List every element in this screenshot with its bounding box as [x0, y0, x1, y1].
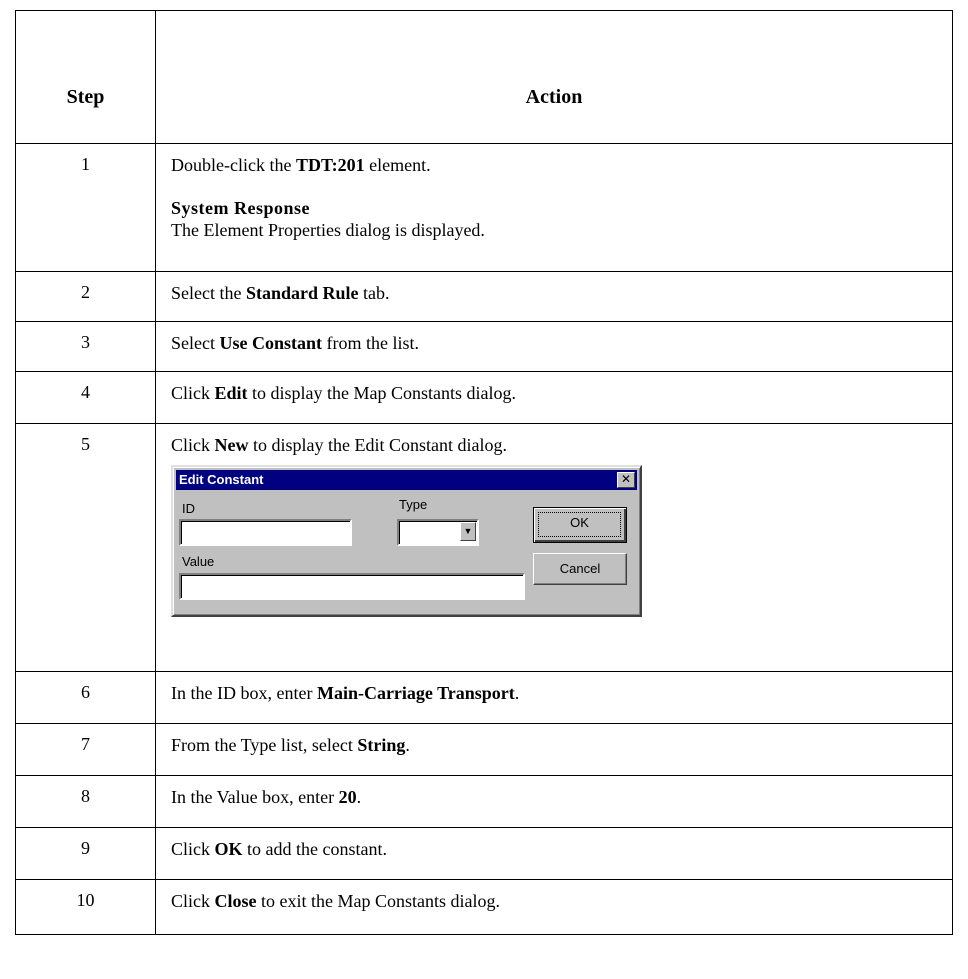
ok-button[interactable]: OK — [533, 507, 627, 543]
dialog-title: Edit Constant — [179, 472, 264, 487]
step-text: In the Value box, enter 20. — [155, 775, 953, 828]
edit-constant-dialog: Edit Constant ✕ ID Type ▼ Value OK Cance… — [171, 465, 642, 617]
step-number: 5 — [15, 423, 156, 672]
table-row: 9 Click OK to add the constant. — [15, 827, 953, 880]
header-action: Action — [155, 10, 953, 144]
step-number: 9 — [15, 827, 156, 880]
chevron-down-icon[interactable]: ▼ — [460, 522, 476, 541]
system-response-text: The Element Properties dialog is display… — [171, 220, 485, 240]
table-row: 2 Select the Standard Rule tab. — [15, 271, 953, 322]
table-row: 6 In the ID box, enter Main-Carriage Tra… — [15, 671, 953, 724]
table-row: 1 Double-click the TDT:201 element. Syst… — [15, 143, 953, 272]
step-text: Select Use Constant from the list. — [155, 321, 953, 372]
step-text: Select the Standard Rule tab. — [155, 271, 953, 322]
table-row: 3 Select Use Constant from the list. — [15, 321, 953, 372]
step-number: 7 — [15, 723, 156, 776]
step-text: Click OK to add the constant. — [155, 827, 953, 880]
step-number: 10 — [15, 879, 156, 935]
cancel-button[interactable]: Cancel — [533, 553, 627, 585]
step-text: From the Type list, select String. — [155, 723, 953, 776]
dialog-title-bar: Edit Constant ✕ — [176, 470, 637, 490]
table-row: 8 In the Value box, enter 20. — [15, 775, 953, 828]
step-number: 1 — [15, 143, 156, 272]
close-icon[interactable]: ✕ — [617, 472, 635, 488]
step-text: Click Close to exit the Map Constants di… — [155, 879, 953, 935]
type-select[interactable]: ▼ — [397, 519, 479, 546]
step-number: 4 — [15, 371, 156, 424]
value-field[interactable] — [179, 573, 525, 600]
table-row: 10 Click Close to exit the Map Constants… — [15, 879, 953, 935]
step-text: Click Edit to display the Map Constants … — [155, 371, 953, 424]
step-text: Click New to display the Edit Constant d… — [171, 435, 507, 455]
step-number: 8 — [15, 775, 156, 828]
step-number: 6 — [15, 671, 156, 724]
table-row: 5 Click New to display the Edit Constant… — [15, 423, 953, 672]
step-text: In the ID box, enter Main-Carriage Trans… — [155, 671, 953, 724]
id-label: ID — [182, 501, 195, 516]
value-label: Value — [182, 554, 215, 569]
table-row: 7 From the Type list, select String. — [15, 723, 953, 776]
step-number: 2 — [15, 271, 156, 322]
table-row: 4 Click Edit to display the Map Constant… — [15, 371, 953, 424]
step-text: Double-click the TDT:201 element. — [171, 155, 431, 175]
system-response-title: System Response — [171, 198, 311, 218]
type-label: Type — [399, 497, 428, 512]
step-number: 3 — [15, 321, 156, 372]
header-step: Step — [15, 10, 156, 144]
id-field[interactable] — [179, 519, 352, 546]
steps-table: Step Action 1 Double-click the TDT:201 e… — [15, 10, 953, 935]
